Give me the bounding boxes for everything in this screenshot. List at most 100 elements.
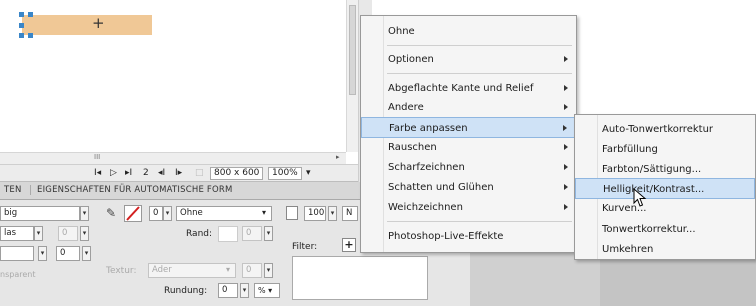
add-filter-button[interactable]: + [342, 238, 356, 252]
edge-amount-dropdown-icon[interactable]: ▾ [80, 226, 89, 241]
menu-item-label: Scharfzeichnen [388, 162, 465, 173]
zoom-level[interactable]: 100% [268, 167, 302, 180]
texture-amount-field[interactable]: 0 [56, 246, 80, 261]
tab-auto-shape-properties[interactable]: EIGENSCHAFTEN FÜR AUTOMATISCHE FORM [30, 185, 233, 195]
submenu-item-brightness-contrast[interactable]: Helligkeit/Kontrast... [575, 178, 755, 199]
cursor-icon [633, 188, 647, 207]
rounding-unit-select[interactable]: % ▾ [254, 283, 280, 298]
last-frame-icon[interactable]: ▸I [125, 168, 132, 178]
menu-item-label: Farbfüllung [602, 144, 658, 155]
scroll-right-arrow-icon[interactable]: ▸ [336, 153, 340, 161]
stroke-width-field[interactable]: 0 [149, 206, 163, 221]
menu-item-label: Tonwertkorrektur... [602, 224, 696, 235]
menu-item-label: Ohne [388, 26, 415, 37]
menu-item-noise[interactable]: Rauschen [361, 137, 576, 158]
menu-item-label: Umkehren [602, 244, 654, 255]
zoom-dropdown-icon[interactable]: ▾ [306, 168, 311, 178]
document-canvas[interactable]: + [0, 0, 358, 152]
menu-item-blur[interactable]: Weichzeichnen [361, 197, 576, 218]
menu-item-label: Andere [388, 102, 424, 113]
edge-value-dropdown-icon[interactable]: ▾ [264, 226, 273, 241]
submenu-arrow-icon [564, 144, 568, 150]
menu-item-label: Optionen [388, 54, 434, 65]
menu-item-label: Weichzeichnen [388, 202, 463, 213]
first-frame-icon[interactable]: I◂ [94, 168, 101, 178]
blend-mode-select[interactable]: N [342, 206, 358, 221]
texture-select-dropdown-icon[interactable]: ▾ [226, 265, 230, 274]
tab-partial[interactable]: TEN [4, 185, 22, 195]
submenu-item-auto-levels[interactable]: Auto-Tonwertkorrektur [575, 119, 755, 140]
texture-select[interactable] [0, 246, 34, 261]
play-icon[interactable]: ▷ [110, 168, 117, 178]
fill-type-select[interactable]: las [0, 226, 34, 241]
resize-handle-bottom-left[interactable] [19, 33, 24, 38]
resize-handle-left[interactable] [19, 23, 24, 28]
menu-item-none[interactable]: Ohne [361, 21, 576, 42]
vertical-scrollbar[interactable] [346, 0, 358, 152]
stroke-style-dropdown-icon[interactable]: ▾ [262, 208, 266, 217]
stroke-width-dropdown-icon[interactable]: ▾ [163, 206, 172, 221]
menu-item-label: Farbton/Sättigung... [602, 164, 702, 175]
submenu-arrow-icon [564, 204, 568, 210]
transparent-label: nsparent [0, 270, 36, 279]
texture-percent-field[interactable]: 0 [242, 263, 262, 278]
app-window: + III ▸ I◂ ▷ ▸I 2 ◂I I▸ □ 800 x 600 100%… [0, 0, 756, 306]
submenu-arrow-icon [563, 125, 567, 131]
texture-dropdown-icon[interactable]: ▾ [38, 246, 47, 261]
submenu-item-hue-saturation[interactable]: Farbton/Sättigung... [575, 159, 755, 180]
scrollbar-thumb[interactable] [349, 5, 356, 95]
menu-item-other[interactable]: Andere [361, 97, 576, 118]
opacity-dropdown-icon[interactable]: ▾ [328, 206, 337, 221]
menu-item-shadow-glow[interactable]: Schatten und Glühen [361, 177, 576, 198]
submenu-item-invert[interactable]: Umkehren [575, 239, 755, 260]
menu-item-adjust-color[interactable]: Farbe anpassen [361, 117, 576, 138]
menu-item-label: Auto-Tonwertkorrektur [602, 124, 714, 135]
next-frame-icon[interactable]: I▸ [175, 168, 182, 178]
menu-item-photoshop-live-effects[interactable]: Photoshop-Live-Effekte [361, 226, 576, 247]
adjust-color-submenu: Auto-Tonwertkorrektur Farbfüllung Farbto… [574, 114, 756, 260]
submenu-arrow-icon [564, 164, 568, 170]
submenu-item-curves[interactable]: Kurven... [575, 198, 755, 219]
submenu-arrow-icon [564, 85, 568, 91]
submenu-item-levels[interactable]: Tonwertkorrektur... [575, 219, 755, 240]
menu-item-label: Schatten und Glühen [388, 182, 494, 193]
opacity-field[interactable]: 100 [304, 206, 326, 221]
edge-amount-field[interactable]: 0 [58, 226, 78, 241]
menu-item-label: Farbe anpassen [389, 123, 468, 134]
resize-handle-bottom[interactable] [28, 33, 33, 38]
submenu-arrow-icon [564, 184, 568, 190]
resize-handle-top[interactable] [28, 12, 33, 17]
menu-item-options[interactable]: Optionen [361, 49, 576, 70]
edge-select[interactable] [218, 226, 238, 242]
texture-amount-dropdown-icon[interactable]: ▾ [82, 246, 91, 261]
texture-percent-dropdown-icon[interactable]: ▾ [264, 263, 273, 278]
prev-frame-icon[interactable]: ◂I [158, 168, 165, 178]
no-color-icon [126, 206, 140, 221]
pencil-icon[interactable]: ✎ [106, 206, 116, 220]
rounding-field[interactable]: 0 [218, 283, 238, 298]
resize-handle-top-left[interactable] [19, 12, 24, 17]
fill-style-select[interactable]: big [0, 206, 80, 221]
fill-type-dropdown-icon[interactable]: ▾ [34, 226, 43, 241]
menu-item-label: Helligkeit/Kontrast... [603, 184, 705, 195]
stroke-color-swatch[interactable] [124, 205, 142, 222]
rounding-dropdown-icon[interactable]: ▾ [240, 283, 249, 298]
texture-select[interactable]: Ader [148, 263, 236, 278]
status-bar: I◂ ▷ ▸I 2 ◂I I▸ □ 800 x 600 100% ▾ [0, 164, 358, 182]
edge-label: Rand: [186, 229, 213, 239]
menu-item-bevel-emboss[interactable]: Abgeflachte Kante und Relief [361, 78, 576, 99]
crosshair-icon: + [92, 14, 105, 32]
filter-list[interactable] [292, 256, 428, 300]
fill-style-dropdown-icon[interactable]: ▾ [80, 206, 89, 221]
edge-value-field[interactable]: 0 [242, 226, 262, 241]
frame-number: 2 [143, 168, 149, 178]
menu-item-label: Photoshop-Live-Effekte [388, 231, 504, 242]
stroke-style-select[interactable]: Ohne [176, 206, 272, 221]
filter-label: Filter: [292, 242, 318, 252]
horizontal-scrollbar[interactable]: III ▸ [0, 152, 346, 164]
menu-item-label: Rauschen [388, 142, 437, 153]
menu-item-sharpen[interactable]: Scharfzeichnen [361, 157, 576, 178]
submenu-arrow-icon [564, 56, 568, 62]
selected-shape[interactable] [19, 12, 152, 38]
submenu-item-color-fill[interactable]: Farbfüllung [575, 139, 755, 160]
